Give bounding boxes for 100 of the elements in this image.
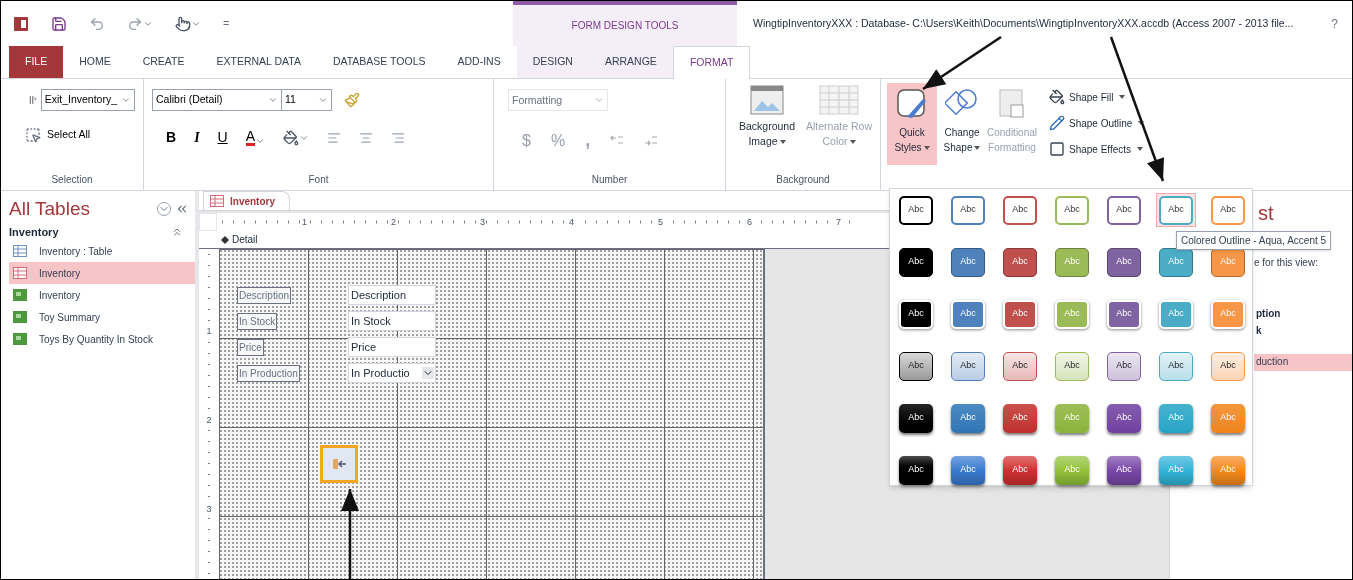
help-button[interactable]: ? xyxy=(1331,14,1338,33)
section-header[interactable]: Detail xyxy=(229,232,258,247)
style-swatch[interactable]: Abc xyxy=(1003,455,1037,485)
caret-icon xyxy=(779,140,786,145)
caret-icon xyxy=(422,367,434,379)
shape-menu-button[interactable]: Shape Outline xyxy=(1049,115,1145,131)
ribbon-tab[interactable]: EXTERNAL DATA xyxy=(200,46,317,78)
style-swatch[interactable]: Abc xyxy=(1107,351,1141,381)
style-swatch[interactable]: Abc xyxy=(1003,351,1037,381)
style-swatch[interactable]: Abc xyxy=(899,403,933,433)
style-swatch[interactable]: Abc xyxy=(951,351,985,381)
ribbon-tab[interactable]: FORMAT xyxy=(672,46,751,79)
style-swatch[interactable]: Abc xyxy=(899,299,933,329)
form-icon xyxy=(210,195,224,207)
ribbon-tab[interactable]: ADD-INS xyxy=(441,46,517,78)
underline-button[interactable]: U xyxy=(217,127,228,148)
caret-icon xyxy=(923,146,930,151)
field-item[interactable]: ption xyxy=(1254,306,1352,323)
field-item[interactable]: duction xyxy=(1254,354,1352,371)
picture-frame-icon xyxy=(750,85,784,115)
navigation-item[interactable]: Inventory xyxy=(9,262,195,284)
ribbon-tab[interactable]: FILE xyxy=(9,46,64,78)
exit-button[interactable] xyxy=(320,445,358,483)
format-painter-icon[interactable] xyxy=(344,92,360,108)
navigation-item[interactable]: Toys By Quantity In Stock xyxy=(9,328,195,350)
group-label: Background xyxy=(775,173,831,187)
style-swatch[interactable]: Abc xyxy=(1055,351,1089,381)
pane-title: All Tables xyxy=(9,197,90,221)
control-label: Price xyxy=(237,339,264,356)
font-name-dropdown[interactable]: Calibri (Detail) xyxy=(152,89,282,111)
style-swatch[interactable]: Abc xyxy=(951,299,985,329)
pane-title: st xyxy=(1258,201,1274,225)
decrease-decimals-icon[interactable] xyxy=(644,133,659,148)
customize-toolbar-button[interactable]: = xyxy=(223,15,230,32)
style-swatch[interactable]: Abc xyxy=(1107,195,1141,225)
style-swatch[interactable]: Abc xyxy=(951,247,985,277)
navigation-item[interactable]: Toy Summary xyxy=(9,306,195,328)
shape-style-button[interactable]: Quick Styles xyxy=(887,83,937,165)
caret-icon xyxy=(318,95,328,105)
style-swatch[interactable]: Abc xyxy=(899,195,933,225)
style-swatch[interactable]: Abc xyxy=(1055,195,1089,225)
shape-menu-button[interactable]: Shape Effects xyxy=(1049,141,1145,157)
style-swatch[interactable]: Abc xyxy=(1211,195,1245,225)
style-swatch[interactable]: Abc xyxy=(951,195,985,225)
selection-box-icon xyxy=(25,127,41,143)
style-swatch[interactable]: Abc xyxy=(1159,351,1193,381)
shape-style-button[interactable]: Change Shape xyxy=(937,83,987,165)
context-tab-header: FORM DESIGN TOOLS xyxy=(571,19,679,33)
save-icon[interactable] xyxy=(51,15,67,32)
caret-icon xyxy=(1138,121,1145,125)
ribbon-tab[interactable]: ARRANGE xyxy=(588,46,673,78)
navigation-item[interactable]: Inventory : Table xyxy=(9,240,195,262)
app-logo-icon[interactable] xyxy=(13,15,29,32)
document-tab[interactable]: Inventory xyxy=(203,191,290,210)
style-swatch[interactable]: Abc xyxy=(951,455,985,485)
section-collapse-icon[interactable] xyxy=(221,235,229,244)
report-icon xyxy=(13,333,27,345)
style-swatch[interactable]: Abc xyxy=(1003,403,1037,433)
object-dropdown[interactable]: Exit_Inventory_ xyxy=(40,89,135,111)
style-swatch[interactable]: Abc xyxy=(1003,299,1037,329)
style-swatch[interactable]: Abc xyxy=(951,403,985,433)
style-swatch[interactable]: Abc xyxy=(1107,403,1141,433)
shape-menu-button[interactable]: Shape Fill xyxy=(1049,89,1145,105)
text-box[interactable]: Price xyxy=(348,337,436,357)
ribbon-tab[interactable]: CREATE xyxy=(126,46,201,78)
style-swatch[interactable]: Abc xyxy=(1003,247,1037,277)
background-button[interactable]: Background Image xyxy=(734,85,800,149)
field-item[interactable]: k xyxy=(1254,323,1352,340)
style-swatch[interactable]: Abc xyxy=(1107,455,1141,485)
italic-button[interactable]: I xyxy=(194,127,200,148)
style-swatch[interactable]: Abc xyxy=(1107,299,1141,329)
ribbon-tab[interactable]: HOME xyxy=(63,46,127,78)
tooltip: Colored Outline - Aqua, Accent 5 xyxy=(1176,231,1332,250)
font-color-button[interactable]: A xyxy=(245,129,266,146)
style-swatch[interactable]: Abc xyxy=(899,351,933,381)
combo-box[interactable]: In Productio xyxy=(348,363,436,383)
bold-button[interactable]: B xyxy=(166,127,177,148)
redo-icon[interactable] xyxy=(127,15,143,32)
style-swatch[interactable]: Abc xyxy=(899,455,933,485)
text-box[interactable]: In Stock xyxy=(348,311,436,331)
fill-color-icon[interactable] xyxy=(283,129,300,146)
caret-icon xyxy=(974,146,981,151)
ribbon-tab[interactable]: DESIGN xyxy=(516,46,589,78)
table-icon xyxy=(13,245,27,257)
style-swatch[interactable]: Abc xyxy=(1159,195,1193,225)
style-swatch[interactable]: Abc xyxy=(1003,195,1037,225)
group-heading: Inventory xyxy=(9,224,59,240)
undo-icon[interactable] xyxy=(89,15,105,32)
text-box[interactable]: Description xyxy=(348,285,436,305)
navigation-item[interactable]: Inventory xyxy=(9,284,195,306)
ribbon-tab[interactable]: DATABASE TOOLS xyxy=(316,46,442,78)
style-swatch[interactable]: Abc xyxy=(1211,351,1245,381)
select-all-button[interactable]: Select All xyxy=(25,127,91,143)
align-right-icon[interactable] xyxy=(391,130,406,145)
style-swatch[interactable]: Abc xyxy=(1107,247,1141,277)
style-swatch[interactable]: Abc xyxy=(899,247,933,277)
touch-mode-icon[interactable] xyxy=(175,15,191,32)
align-center-icon[interactable] xyxy=(359,130,374,145)
font-size-dropdown[interactable]: 11 xyxy=(282,89,332,111)
align-left-icon[interactable] xyxy=(327,130,342,145)
